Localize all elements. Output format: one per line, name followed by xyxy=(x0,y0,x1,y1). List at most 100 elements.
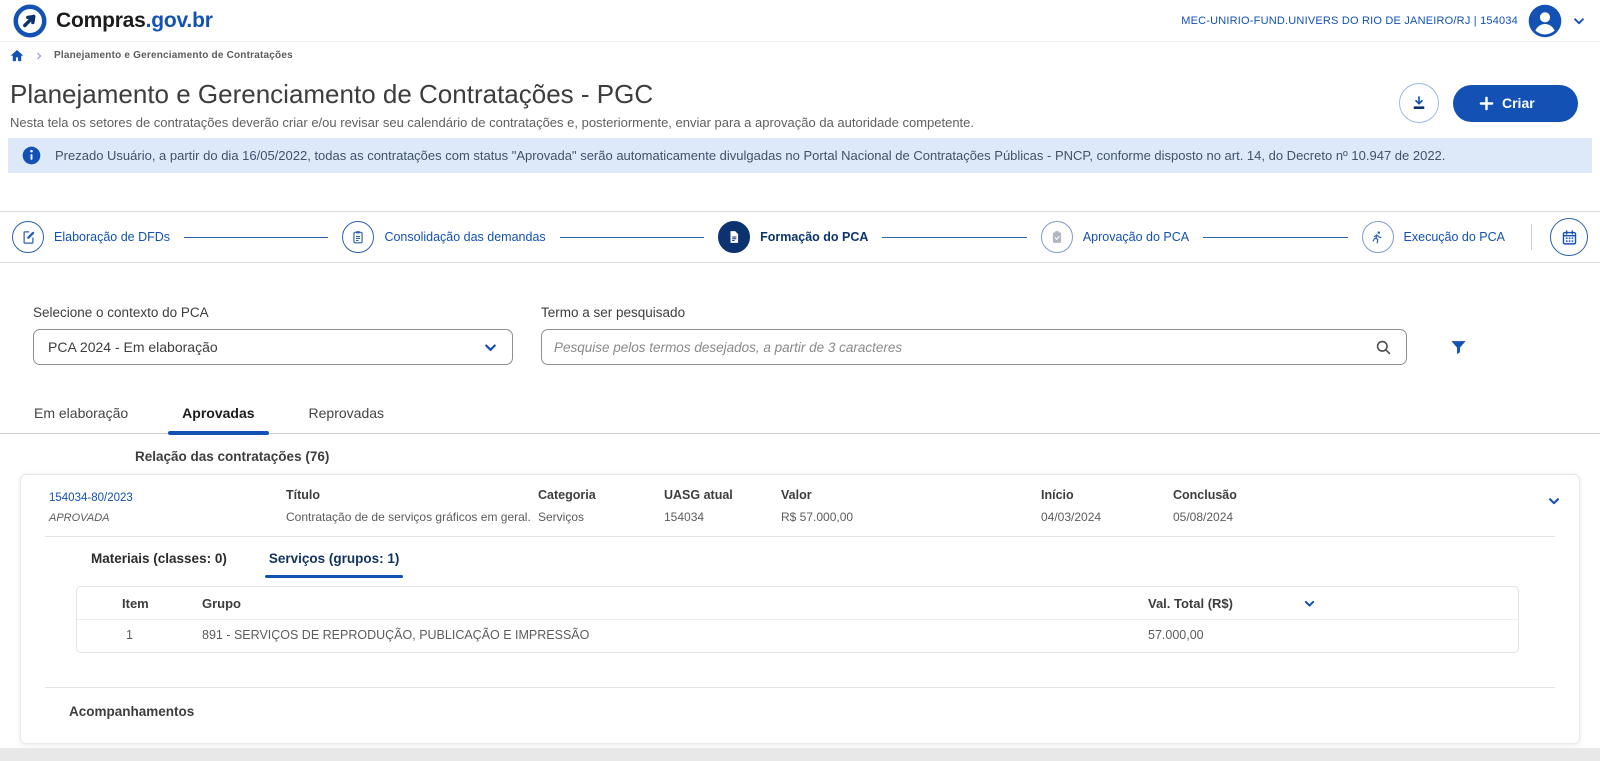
runner-icon xyxy=(1362,221,1394,253)
clipboard-icon xyxy=(342,221,374,253)
select-value: PCA 2024 - Em elaboração xyxy=(48,339,218,355)
cell-val-total: 57.000,00 xyxy=(1148,628,1204,642)
field-categoria: Categoria Serviços xyxy=(538,488,664,524)
footer-strip xyxy=(0,748,1600,761)
field-uasg: UASG atual 154034 xyxy=(664,488,781,524)
field-uasg-label: UASG atual xyxy=(664,488,781,502)
search-box xyxy=(541,329,1407,365)
field-titulo-value: Contratação de de serviços gráficos em g… xyxy=(286,510,538,524)
context-field: Selecione o contexto do PCA PCA 2024 - E… xyxy=(33,305,513,365)
step-label: Formação do PCA xyxy=(760,230,868,244)
detail-tabs: Materiais (classes: 0) Serviços (grupos:… xyxy=(21,537,1579,578)
contract-status: APROVADA xyxy=(49,512,286,524)
step-connector xyxy=(882,237,1026,238)
contract-card: 154034-80/2023 APROVADA Título Contrataç… xyxy=(20,474,1580,744)
step-connector xyxy=(560,237,704,238)
header-item: Item xyxy=(77,596,202,611)
step-connector xyxy=(1203,237,1347,238)
field-inicio: Início 04/03/2024 xyxy=(1041,488,1173,524)
top-bar: Compras.gov.br MEC-UNIRIO-FUND.UNIVERS D… xyxy=(0,0,1600,42)
cell-item: 1 xyxy=(77,628,202,642)
create-button-label: Criar xyxy=(1502,95,1535,111)
plus-icon xyxy=(1479,96,1494,111)
breadcrumb-item[interactable]: Planejamento e Gerenciamento de Contrata… xyxy=(54,50,293,61)
step-label: Aprovação do PCA xyxy=(1083,230,1189,244)
search-button[interactable] xyxy=(1373,337,1394,358)
cell-grupo: 891 - SERVIÇOS DE REPRODUÇÃO, PUBLICAÇÃO… xyxy=(202,628,1148,642)
contract-number-link[interactable]: 154034-80/2023 xyxy=(49,492,133,504)
field-conclusao: Conclusão 05/08/2024 xyxy=(1173,488,1547,524)
items-table-header: Item Grupo Val. Total (R$) xyxy=(77,587,1518,620)
document-pencil-icon xyxy=(12,221,44,253)
search-icon xyxy=(1375,339,1392,356)
field-uasg-value: 154034 xyxy=(664,510,781,524)
search-field: Termo a ser pesquisado xyxy=(541,305,1407,365)
step-formacao-pca[interactable]: Formação do PCA xyxy=(718,221,868,253)
status-tabs: Em elaboração Aprovadas Reprovadas xyxy=(0,395,1600,434)
clipboard-check-icon xyxy=(1041,221,1073,253)
step-elaboracao-dfds[interactable]: Elaboração de DFDs xyxy=(12,221,170,253)
field-valor-label: Valor xyxy=(781,488,1041,502)
field-titulo: Título Contratação de de serviços gráfic… xyxy=(286,488,538,524)
breadcrumb-separator-icon xyxy=(34,51,44,61)
field-categoria-label: Categoria xyxy=(538,488,664,502)
step-aprovacao-pca[interactable]: Aprovação do PCA xyxy=(1041,221,1189,253)
step-label: Execução do PCA xyxy=(1404,230,1505,244)
home-icon[interactable] xyxy=(10,49,24,63)
org-label: MEC-UNIRIO-FUND.UNIVERS DO RIO DE JANEIR… xyxy=(1181,15,1518,27)
logo-icon xyxy=(12,3,48,39)
field-inicio-label: Início xyxy=(1041,488,1173,502)
compras-govbr-logo[interactable]: Compras.gov.br xyxy=(12,3,213,39)
tab-aprovadas[interactable]: Aprovadas xyxy=(176,395,260,433)
tab-reprovadas[interactable]: Reprovadas xyxy=(303,395,391,433)
funnel-icon xyxy=(1449,338,1468,357)
filter-button[interactable] xyxy=(1449,338,1468,357)
field-categoria-value: Serviços xyxy=(538,510,664,524)
contract-row: 154034-80/2023 APROVADA Título Contrataç… xyxy=(21,475,1579,536)
filters-section: Selecione o contexto do PCA PCA 2024 - E… xyxy=(0,305,1600,365)
acompanhamentos-header[interactable]: Acompanhamentos xyxy=(21,688,1579,743)
tab-servicos[interactable]: Serviços (grupos: 1) xyxy=(269,551,400,578)
calendar-icon xyxy=(1561,229,1578,246)
field-inicio-value: 04/03/2024 xyxy=(1041,510,1173,524)
step-execucao-pca[interactable]: Execução do PCA xyxy=(1362,221,1505,253)
tab-materiais[interactable]: Materiais (classes: 0) xyxy=(91,551,227,578)
pca-stepper: Elaboração de DFDs Consolidação das dema… xyxy=(0,211,1600,263)
row-collapse-chevron-icon[interactable] xyxy=(1547,494,1561,508)
page-title: Planejamento e Gerenciamento de Contrata… xyxy=(10,79,974,109)
page-subtitle: Nesta tela os setores de contratações de… xyxy=(10,115,974,130)
chevron-down-icon xyxy=(483,340,498,355)
page-actions: Criar xyxy=(1399,83,1578,123)
user-menu-chevron-icon[interactable] xyxy=(1572,14,1586,28)
context-select-label: Selecione o contexto do PCA xyxy=(33,305,513,320)
page-head-titles: Planejamento e Gerenciamento de Contrata… xyxy=(10,79,974,130)
document-icon xyxy=(718,221,750,253)
info-alert: Prezado Usuário, a partir do dia 16/05/2… xyxy=(8,138,1592,173)
step-label: Elaboração de DFDs xyxy=(54,230,170,244)
create-button[interactable]: Criar xyxy=(1453,85,1578,122)
field-valor-value: R$ 57.000,00 xyxy=(781,510,1041,524)
alert-text: Prezado Usuário, a partir do dia 16/05/2… xyxy=(55,148,1445,163)
search-input[interactable] xyxy=(554,340,1373,355)
step-connector xyxy=(184,237,328,238)
contract-id-cell: 154034-80/2023 APROVADA xyxy=(49,488,286,524)
header-grupo: Grupo xyxy=(202,596,1148,611)
field-valor: Valor R$ 57.000,00 xyxy=(781,488,1041,524)
items-table: Item Grupo Val. Total (R$) 1 891 - SERVI… xyxy=(76,586,1519,653)
list-title: Relação das contratações (76) xyxy=(135,449,1600,464)
step-consolidacao-demandas[interactable]: Consolidação das demandas xyxy=(342,221,545,253)
avatar-icon[interactable] xyxy=(1528,4,1562,38)
info-icon xyxy=(22,146,41,165)
sort-chevron-icon[interactable] xyxy=(1303,597,1316,610)
download-button[interactable] xyxy=(1399,83,1439,123)
breadcrumb: Planejamento e Gerenciamento de Contrata… xyxy=(0,42,1600,69)
user-area: MEC-UNIRIO-FUND.UNIVERS DO RIO DE JANEIR… xyxy=(1181,4,1586,38)
calendar-button[interactable] xyxy=(1550,218,1588,256)
search-term-label: Termo a ser pesquisado xyxy=(541,305,1407,320)
step-label: Consolidação das demandas xyxy=(384,230,545,244)
stepper-divider xyxy=(1531,224,1532,250)
page-head: Planejamento e Gerenciamento de Contrata… xyxy=(0,69,1600,130)
download-icon xyxy=(1410,94,1428,112)
tab-em-elaboracao[interactable]: Em elaboração xyxy=(28,395,134,433)
pca-context-select[interactable]: PCA 2024 - Em elaboração xyxy=(33,329,513,365)
